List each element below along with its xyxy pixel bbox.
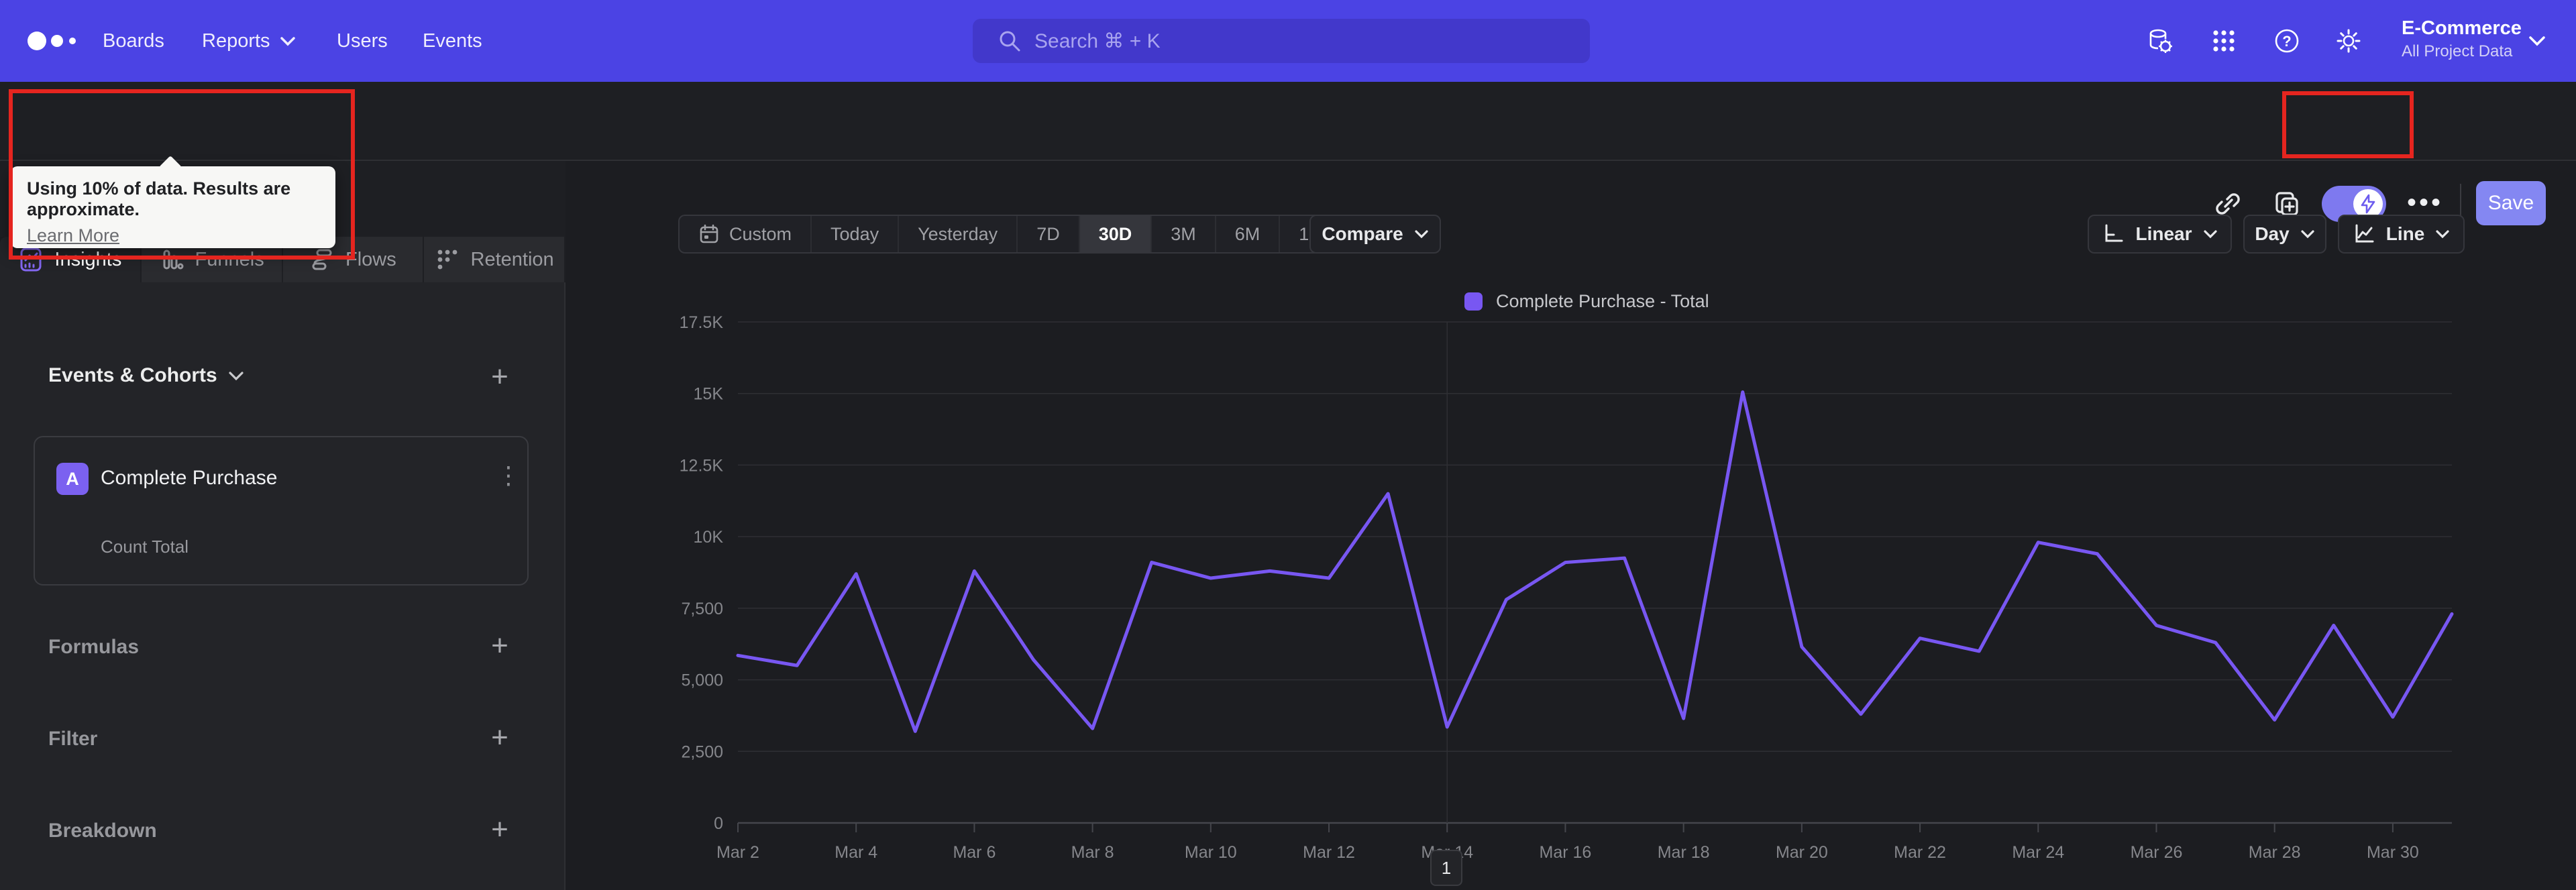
event-kebab-menu[interactable]: ⋮ — [496, 461, 521, 490]
tab-label: Insights — [54, 248, 122, 270]
learn-more-link[interactable]: Learn More — [27, 225, 119, 246]
apps-grid-icon[interactable] — [2210, 27, 2237, 54]
add-breakdown-button[interactable]: + — [484, 813, 515, 846]
nav-item-boards[interactable]: Boards — [103, 0, 164, 82]
svg-text:Mar 30: Mar 30 — [2367, 843, 2419, 862]
tab-label: Funnels — [195, 248, 264, 270]
project-switcher[interactable]: E-Commerce All Project Data — [2402, 15, 2522, 62]
chevron-down-icon — [280, 36, 295, 46]
report-header: Untitled Sampled + Add description... ••… — [0, 82, 2576, 229]
svg-text:5,000: 5,000 — [681, 671, 723, 690]
app-screen: Boards Reports Users Events Search ⌘ + K… — [0, 0, 2576, 890]
project-name: E-Commerce — [2402, 17, 2522, 39]
event-metric[interactable]: Count Total — [101, 537, 189, 557]
add-filter-button[interactable]: + — [484, 721, 515, 754]
help-icon[interactable]: ? — [2273, 27, 2300, 54]
line-chart: 17.5K 15K 12.5K 10K 7,500 5,000 2,500 0 Mar 2 Mar… — [566, 161, 2576, 890]
svg-text:15K: 15K — [694, 385, 724, 404]
section-label-filter: Filter — [48, 728, 98, 750]
project-chevron-down-icon[interactable] — [2528, 35, 2546, 47]
svg-text:?: ? — [2282, 33, 2291, 50]
svg-text:Mar 24: Mar 24 — [2012, 843, 2064, 862]
svg-text:2,500: 2,500 — [681, 742, 723, 761]
data-management-icon[interactable] — [2147, 27, 2174, 54]
top-nav: Boards Reports Users Events Search ⌘ + K… — [0, 0, 2576, 82]
svg-text:Mar 20: Mar 20 — [1776, 843, 1828, 862]
settings-gear-icon[interactable] — [2335, 27, 2362, 54]
section-label-formulas: Formulas — [48, 636, 140, 658]
events-cohorts-header[interactable]: Events & Cohorts — [48, 364, 244, 387]
search-placeholder: Search ⌘ + K — [1034, 30, 1161, 52]
add-event-button[interactable]: + — [484, 360, 515, 393]
sampling-tooltip: Using 10% of data. Results are approxima… — [11, 156, 335, 248]
svg-text:Mar 26: Mar 26 — [2131, 843, 2183, 862]
event-card[interactable]: A Complete Purchase ⋮ Count Total — [34, 436, 529, 586]
add-formulas-button[interactable]: + — [484, 629, 515, 662]
chart-canvas: 17.5K 15K 12.5K 10K 7,500 5,000 2,500 0 Mar 2 Mar… — [680, 313, 2454, 862]
section-label-breakdown: Breakdown — [48, 820, 157, 842]
search-input[interactable]: Search ⌘ + K — [973, 19, 1590, 63]
tab-retention[interactable]: Retention — [424, 237, 566, 282]
nav-item-users[interactable]: Users — [337, 0, 388, 82]
svg-text:Mar 6: Mar 6 — [953, 843, 996, 862]
event-name: Complete Purchase — [101, 467, 278, 489]
svg-text:Mar 10: Mar 10 — [1185, 843, 1237, 862]
tab-label: Retention — [470, 248, 554, 270]
svg-text:17.5K: 17.5K — [680, 313, 724, 332]
svg-text:Mar 28: Mar 28 — [2249, 843, 2301, 862]
nav-item-reports[interactable]: Reports — [202, 0, 296, 82]
svg-text:12.5K: 12.5K — [680, 456, 724, 475]
tooltip-text: Using 10% of data. Results are approxima… — [27, 178, 291, 219]
svg-text:Mar 22: Mar 22 — [1894, 843, 1946, 862]
event-letter-badge: A — [56, 463, 89, 495]
svg-text:Mar 8: Mar 8 — [1071, 843, 1114, 862]
tab-label: Flows — [345, 248, 396, 270]
svg-text:Mar 4: Mar 4 — [835, 843, 877, 862]
svg-text:7,500: 7,500 — [681, 600, 723, 618]
project-scope: All Project Data — [2402, 42, 2513, 60]
sidebar-panel: Events & Cohorts + A Complete Purchase ⋮… — [0, 282, 566, 890]
svg-text:Mar 18: Mar 18 — [1658, 843, 1710, 862]
pagination-page-1[interactable]: 1 — [1430, 850, 1462, 886]
mixpanel-logo-icon[interactable] — [25, 30, 86, 52]
svg-text:Mar 16: Mar 16 — [1540, 843, 1592, 862]
svg-text:Mar 12: Mar 12 — [1303, 843, 1355, 862]
svg-text:10K: 10K — [694, 528, 724, 547]
svg-text:Mar 2: Mar 2 — [716, 843, 759, 862]
chevron-down-icon — [229, 371, 244, 380]
svg-text:0: 0 — [714, 814, 723, 833]
search-icon — [1000, 31, 1020, 52]
nav-item-events[interactable]: Events — [423, 0, 482, 82]
